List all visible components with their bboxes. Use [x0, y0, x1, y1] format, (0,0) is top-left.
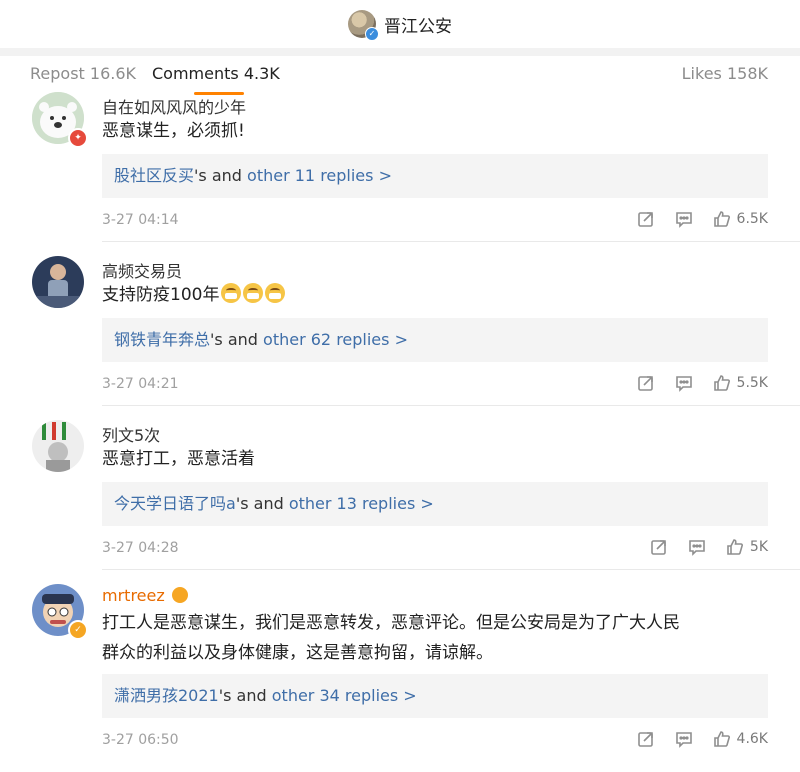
share-icon[interactable] — [637, 730, 655, 748]
comment-icon[interactable] — [688, 538, 706, 556]
comment-username[interactable]: 自在如风风风的少年 — [102, 94, 246, 118]
comment-meta: 3-27 04:21 5.5K — [102, 374, 768, 396]
reply-username[interactable]: 股社区反买 — [114, 166, 194, 185]
account-title[interactable]: 晋江公安 — [384, 12, 452, 37]
reply-connector: 's and — [235, 494, 284, 513]
top-bar: ✓ 晋江公安 — [0, 0, 800, 48]
more-replies-link[interactable]: other 11 replies > — [247, 166, 392, 185]
reply-username[interactable]: 今天学日语了吗a — [114, 494, 236, 513]
like-count: 4.6K — [736, 731, 768, 747]
comment-time: 3-27 04:28 — [102, 540, 179, 556]
reply-connector: 's and — [218, 686, 267, 705]
comment-actions: 6.5K — [637, 210, 768, 228]
share-icon[interactable] — [650, 538, 668, 556]
share-icon[interactable] — [637, 210, 655, 228]
tab-likes[interactable]: Likes 158K — [682, 64, 768, 83]
comment-username[interactable]: 高频交易员 — [102, 258, 182, 282]
mask-face-emoji-icon — [243, 283, 264, 303]
comment-divider — [102, 569, 800, 570]
replies-preview[interactable]: 今天学日语了吗a's and other 13 replies > — [102, 482, 768, 526]
section-separator — [0, 48, 800, 56]
comment-meta: 3-27 06:50 4.6K — [102, 730, 768, 752]
comment-text: 支持防疫100年 — [102, 280, 286, 310]
thumbs-up-icon — [713, 375, 730, 391]
tab-comments-label: Comments 4.3K — [152, 64, 280, 83]
tab-comments[interactable]: Comments 4.3K — [152, 64, 280, 95]
verified-badge-icon: ✓ — [68, 620, 88, 640]
avatar[interactable] — [32, 420, 84, 472]
reply-username[interactable]: 钢铁青年奔总 — [114, 330, 210, 349]
reply-connector: 's and — [194, 166, 242, 185]
comment-meta: 3-27 04:28 5K — [102, 538, 768, 560]
comment-username[interactable]: mrtreez — [102, 586, 188, 605]
more-replies-link[interactable]: other 34 replies > — [272, 686, 417, 705]
comment-actions: 4.6K — [637, 730, 768, 748]
level-badge-icon: ✦ — [68, 128, 88, 148]
comment-text-line-1: 打工人是恶意谋生，我们是恶意转发，恶意评论。但是公安局是为了广大人民 — [102, 613, 680, 633]
comment-actions: 5.5K — [637, 374, 768, 392]
like-button[interactable]: 4.6K — [713, 730, 768, 748]
reply-connector: 's and — [210, 330, 258, 349]
comment-text-body: 支持防疫100年 — [102, 285, 220, 305]
comment-time: 3-27 04:14 — [102, 212, 179, 228]
comment-username-text: mrtreez — [102, 586, 165, 605]
comment-time: 3-27 04:21 — [102, 376, 179, 392]
like-button[interactable]: 5K — [726, 538, 768, 556]
comment-actions: 5K — [650, 538, 768, 556]
comment-divider — [102, 405, 800, 406]
comment-username[interactable]: 列文5次 — [102, 422, 160, 446]
comment-text: 恶意打工，恶意活着 — [102, 449, 255, 469]
more-replies-link[interactable]: other 62 replies > — [263, 330, 408, 349]
thumbs-up-icon — [727, 539, 743, 555]
thumbs-up-icon — [713, 211, 730, 227]
mask-face-emoji-icon — [221, 283, 242, 303]
tab-bar: Repost 16.6K Comments 4.3K Likes 158K — [0, 56, 800, 95]
comment-text: 恶意谋生，必须抓! — [102, 121, 245, 141]
comment-icon[interactable] — [675, 210, 693, 228]
mask-face-emoji-icon — [265, 283, 286, 303]
tab-repost[interactable]: Repost 16.6K — [30, 64, 136, 83]
replies-preview[interactable]: 潇洒男孩2021's and other 34 replies > — [102, 674, 768, 718]
avatar[interactable] — [32, 256, 84, 308]
like-count: 5K — [749, 539, 768, 555]
comment-text-line-2: 群众的利益以及身体健康，这是善意拘留，请谅解。 — [102, 643, 493, 663]
replies-preview[interactable]: 股社区反买's and other 11 replies > — [102, 154, 768, 198]
like-button[interactable]: 5.5K — [713, 374, 768, 392]
comment-icon[interactable] — [675, 374, 693, 392]
comment-icon[interactable] — [675, 730, 693, 748]
reply-username[interactable]: 潇洒男孩2021 — [114, 686, 219, 705]
like-button[interactable]: 6.5K — [713, 210, 768, 228]
comment-time: 3-27 06:50 — [102, 732, 179, 748]
account-avatar[interactable]: ✓ — [348, 10, 379, 41]
replies-preview[interactable]: 钢铁青年奔总's and other 62 replies > — [102, 318, 768, 362]
more-replies-link[interactable]: other 13 replies > — [289, 494, 434, 513]
vip-crown-icon — [171, 587, 188, 603]
like-count: 5.5K — [736, 375, 768, 391]
comment-divider — [102, 241, 800, 242]
share-icon[interactable] — [637, 374, 655, 392]
like-count: 6.5K — [736, 211, 768, 227]
thumbs-up-icon — [713, 731, 730, 747]
verified-badge-icon: ✓ — [365, 27, 379, 41]
comment-meta: 3-27 04:14 6.5K — [102, 210, 768, 232]
